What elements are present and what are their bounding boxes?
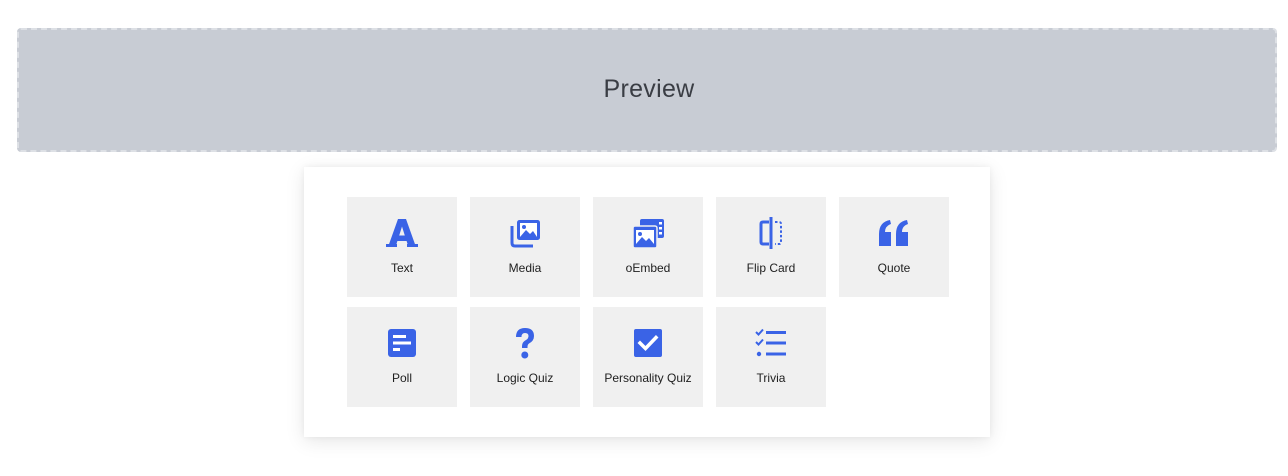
preview-label: Preview (603, 74, 695, 103)
block-label: Media (508, 261, 542, 275)
block-label: Text (390, 261, 413, 275)
block-label: oEmbed (625, 261, 671, 275)
question-mark-icon (508, 326, 542, 360)
flip-card-icon (754, 216, 788, 250)
oembed-icon (631, 216, 665, 250)
block-label: Personality Quiz (604, 371, 692, 385)
block-label: Poll (391, 371, 412, 385)
block-logic-quiz-button[interactable]: Logic Quiz (470, 307, 580, 407)
block-quote-button[interactable]: Quote (839, 197, 949, 297)
checklist-icon (754, 326, 788, 360)
block-label: Quote (877, 261, 911, 275)
block-label: Flip Card (746, 261, 796, 275)
poll-icon (385, 326, 419, 360)
block-grid: Text Media oEmbed Flip Card Quote Poll L… (347, 197, 949, 407)
block-flip-card-button[interactable]: Flip Card (716, 197, 826, 297)
media-icon (508, 216, 542, 250)
preview-area: Preview (17, 28, 1277, 152)
quote-icon (877, 216, 911, 250)
block-media-button[interactable]: Media (470, 197, 580, 297)
checkbox-icon (631, 326, 665, 360)
block-personality-quiz-button[interactable]: Personality Quiz (593, 307, 703, 407)
text-icon (385, 216, 419, 250)
block-text-button[interactable]: Text (347, 197, 457, 297)
block-poll-button[interactable]: Poll (347, 307, 457, 407)
block-label: Trivia (756, 371, 786, 385)
block-oembed-button[interactable]: oEmbed (593, 197, 703, 297)
block-picker-panel: Text Media oEmbed Flip Card Quote Poll L… (304, 167, 990, 437)
block-trivia-button[interactable]: Trivia (716, 307, 826, 407)
block-label: Logic Quiz (496, 371, 554, 385)
